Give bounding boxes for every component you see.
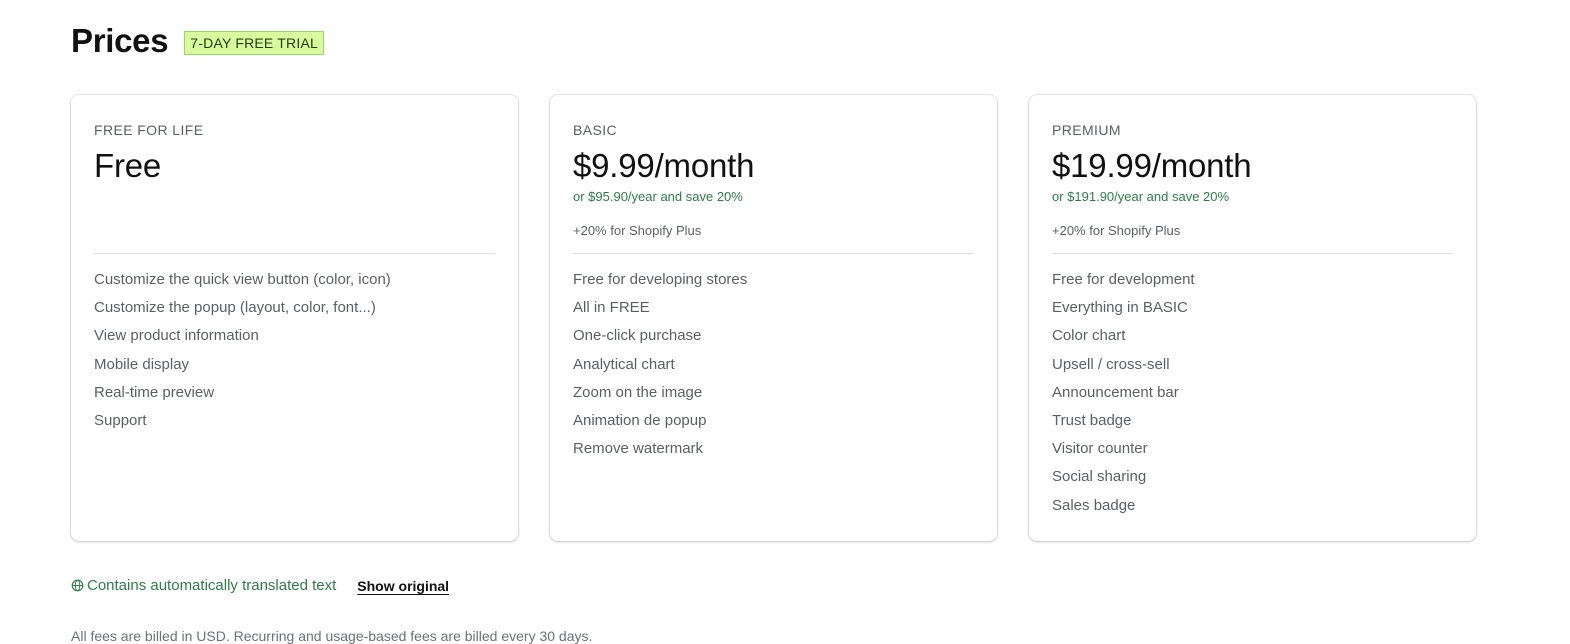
plan-yearly-price: or $191.90/year and save 20% — [1052, 189, 1230, 204]
feature-item: Visitor counter — [1052, 440, 1148, 458]
globe-icon — [71, 579, 84, 592]
feature-item: Remove watermark — [573, 440, 704, 458]
plan-name: BASIC — [573, 122, 618, 138]
feature-item: Sales badge — [1052, 496, 1136, 514]
free-trial-badge: 7-DAY FREE TRIAL — [184, 31, 324, 55]
feature-item: Free for developing stores — [573, 271, 748, 288]
plan-price: $9.99/month — [573, 147, 755, 184]
plan-yearly-price: or $95.90/year and save 20% — [573, 189, 743, 204]
plan-header: BASIC $9.99/month or $95.90/year and sav… — [573, 122, 974, 254]
plan-price: Free — [94, 147, 162, 184]
translated-text-notice: Contains automatically translated text — [71, 577, 336, 594]
feature-item: Free for development — [1052, 271, 1195, 288]
plan-name: FREE FOR LIFE — [94, 122, 204, 138]
feature-list: Free for developing stores All in FREE O… — [573, 254, 974, 468]
feature-item: View product information — [94, 327, 259, 345]
feature-item: Mobile display — [94, 355, 190, 373]
plan-card-premium: PREMIUM $19.99/month or $191.90/year and… — [1029, 95, 1476, 541]
feature-item: Announcement bar — [1052, 383, 1179, 401]
prices-header: Prices 7-DAY FREE TRIAL — [71, 22, 324, 60]
plan-card-free: FREE FOR LIFE Free Customize the quick v… — [71, 95, 518, 541]
feature-item: Customize the popup (layout, color, font… — [94, 299, 376, 317]
plan-header: PREMIUM $19.99/month or $191.90/year and… — [1052, 122, 1453, 254]
plan-header: FREE FOR LIFE Free — [94, 122, 495, 254]
feature-item: Analytical chart — [573, 355, 675, 373]
feature-list: Free for development Everything in BASIC… — [1052, 254, 1453, 525]
plan-price: $19.99/month — [1052, 147, 1252, 184]
feature-item: Upsell / cross-sell — [1052, 355, 1170, 373]
plan-shopify-plus-note: +20% for Shopify Plus — [573, 223, 702, 238]
feature-item: All in FREE — [573, 299, 650, 317]
feature-item: Everything in BASIC — [1052, 299, 1188, 317]
plan-card-basic: BASIC $9.99/month or $95.90/year and sav… — [550, 95, 997, 541]
feature-item: Social sharing — [1052, 468, 1147, 486]
translation-notice: Contains automatically translated text S… — [71, 577, 449, 594]
feature-item: Trust badge — [1052, 411, 1132, 429]
billing-note: All fees are billed in USD. Recurring an… — [71, 628, 593, 644]
feature-item: One-click purchase — [573, 327, 702, 345]
feature-item: Support — [94, 411, 147, 429]
feature-item: Customize the quick view button (color, … — [94, 271, 391, 288]
plan-shopify-plus-note: +20% for Shopify Plus — [1052, 223, 1181, 238]
feature-item: Color chart — [1052, 327, 1126, 345]
feature-list: Customize the quick view button (color, … — [94, 254, 495, 440]
pricing-plans: FREE FOR LIFE Free Customize the quick v… — [71, 95, 1476, 541]
show-original-link[interactable]: Show original — [357, 578, 449, 594]
page-title: Prices — [71, 22, 169, 59]
feature-item: Zoom on the image — [573, 383, 703, 401]
feature-item: Animation de popup — [573, 411, 707, 429]
feature-item: Real-time preview — [94, 383, 215, 401]
translated-notice-label: Contains automatically translated text — [87, 577, 337, 594]
plan-name: PREMIUM — [1052, 122, 1121, 138]
